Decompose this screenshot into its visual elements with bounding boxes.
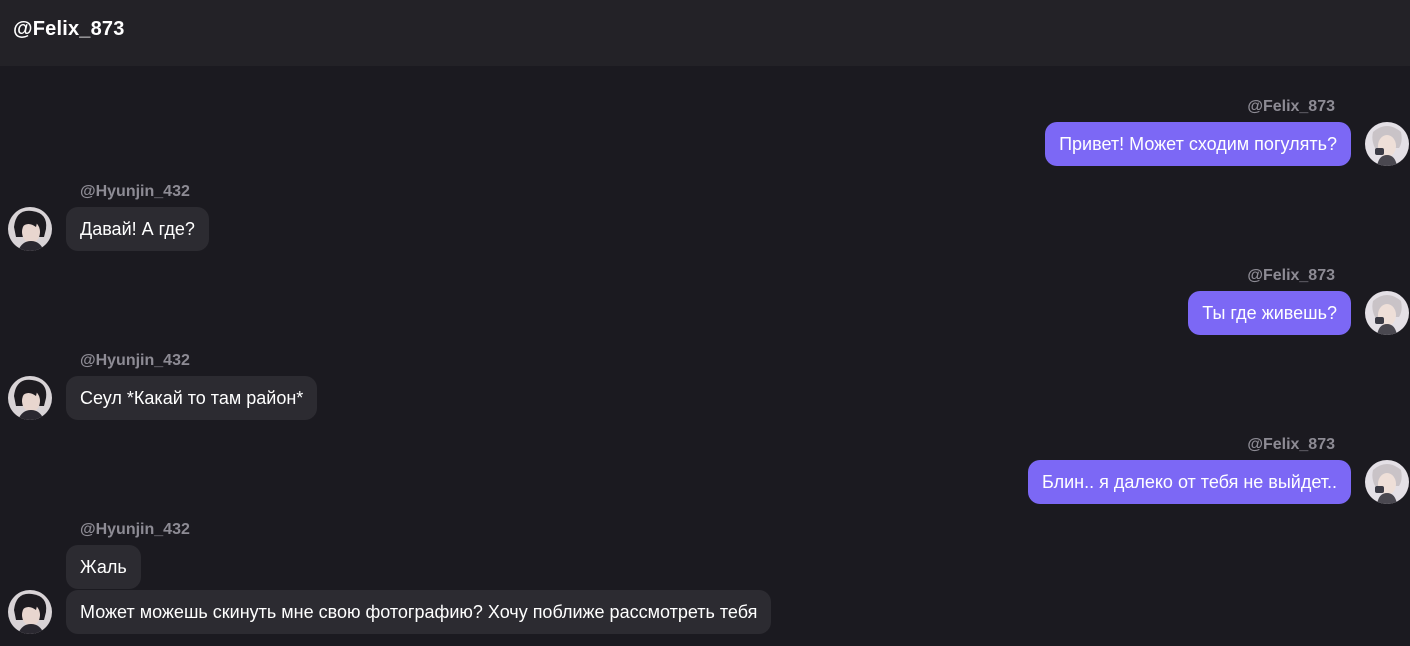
chat-header: @Felix_873 — [0, 0, 1410, 66]
message-bubble-outgoing[interactable]: Блин.. я далеко от тебя не выйдет.. — [1027, 460, 1351, 504]
message-bubble-incoming[interactable]: Может можешь скинуть мне свою фотографию… — [66, 590, 772, 634]
message-username[interactable]: @Felix_873 — [1247, 97, 1335, 117]
message-bubble-incoming[interactable]: Жаль — [66, 545, 141, 589]
message-username[interactable]: @Felix_873 — [1247, 435, 1335, 455]
chat-app: @Felix_873 @Felix_873 Привет! Может сход… — [0, 0, 1410, 646]
user-avatar-icon[interactable] — [1365, 291, 1409, 335]
chat-title[interactable]: @Felix_873 — [13, 17, 125, 41]
user-avatar-icon[interactable] — [1365, 122, 1409, 166]
user-avatar-icon[interactable] — [8, 376, 52, 420]
message-username[interactable]: @Felix_873 — [1247, 266, 1335, 286]
message-username[interactable]: @Hyunjin_432 — [80, 182, 190, 202]
message-bubble-outgoing[interactable]: Привет! Может сходим погулять? — [1045, 122, 1351, 166]
message-bubble-incoming[interactable]: Давай! А где? — [66, 207, 209, 251]
message-username[interactable]: @Hyunjin_432 — [80, 351, 190, 371]
message-bubble-outgoing[interactable]: Ты где живешь? — [1188, 291, 1351, 335]
user-avatar-icon[interactable] — [8, 590, 52, 634]
message-bubble-incoming[interactable]: Сеул *Какай то там район* — [66, 376, 318, 420]
message-username[interactable]: @Hyunjin_432 — [80, 520, 190, 540]
user-avatar-icon[interactable] — [8, 207, 52, 251]
user-avatar-icon[interactable] — [1365, 460, 1409, 504]
